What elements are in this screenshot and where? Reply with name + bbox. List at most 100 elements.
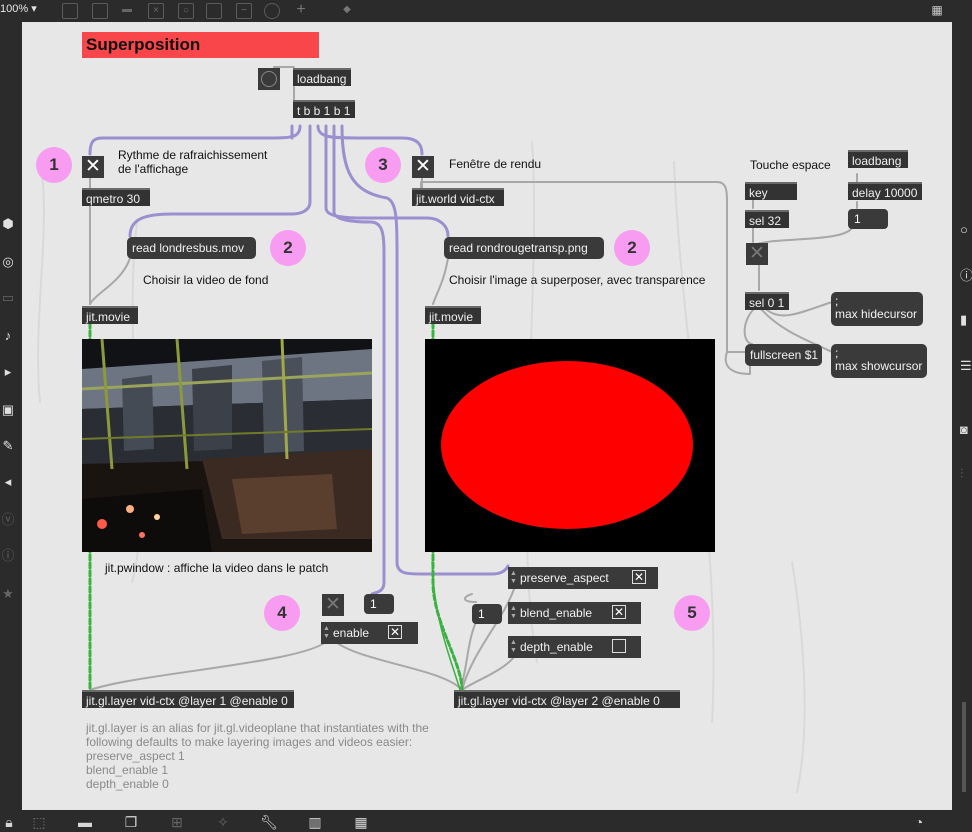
blend-enable-checkbox[interactable]: ✕ [612,605,626,619]
jit-movie-object-2[interactable]: jit.movie [425,306,481,324]
read-movie-message[interactable]: read londresbus.mov [127,237,256,259]
toggle-world[interactable]: ✕ [412,156,434,178]
top-toolbar: 100% ▾ ▬ × ○ − + ◆ ▦ [0,0,972,22]
loadbang-object-2[interactable]: loadbang [848,150,908,168]
patch-title: Superposition [82,32,319,58]
music-note-icon[interactable]: ♪ [0,328,16,344]
attrui-blend-enable[interactable]: ▲ ▼ blend_enable ✕ [508,602,641,624]
lock-icon[interactable]: 🔒︎ [0,814,18,830]
video-preview-window[interactable] [82,339,372,552]
hidecursor-message[interactable]: ; max hidecursor [831,292,923,326]
attr-label: preserve_aspect [520,571,609,585]
attr-label: enable [333,626,370,640]
list-icon[interactable]: ☰ [960,358,972,374]
toggle-fullscreen[interactable]: ✕ [746,243,768,265]
comment-render-window: Fenêtre de rendu [449,157,542,171]
showcursor-message[interactable]: ; max showcursor [831,344,927,378]
step-badge-5: 5 [674,595,710,631]
delay-object[interactable]: delay 10000 [848,182,922,200]
step-badge-1: 1 [36,147,72,183]
grid-icon[interactable]: ▦ [930,3,944,17]
new-object-icon[interactable]: ▬ [76,814,94,830]
slider-object-icon[interactable]: − [236,3,252,19]
piano-icon[interactable]: ▥ [306,814,324,830]
comment-choose-image: Choisir l'image a superposer, avec trans… [449,273,706,287]
attr-label: depth_enable [520,640,593,654]
toggle-object-icon[interactable]: × [148,3,164,19]
number-box-delay[interactable]: 1 [848,209,888,229]
toggle-layer1-enable[interactable]: ✕ [322,594,344,616]
comment-icon[interactable]: ▬ [120,3,134,17]
info-icon[interactable]: ⓘ [0,548,16,564]
depth-enable-checkbox[interactable] [612,639,626,653]
attr-stepper-icon: ▲ ▼ [510,639,517,654]
star-icon[interactable]: ★ [0,586,16,602]
bang-object-icon[interactable]: ○ [178,3,194,19]
step-badge-2a: 2 [270,230,306,266]
zoom-level: 100% [0,3,29,15]
jit-gl-layer-object-2[interactable]: jit.gl.layer vid-ctx @layer 2 @enable 0 [454,690,680,708]
cube-icon[interactable]: ⬢ [0,216,16,232]
debug-icon[interactable]: ✧ [214,814,232,830]
number-box-blend[interactable]: 1 [472,604,502,624]
zoom-menu[interactable]: 100% ▾ [0,2,37,15]
video-clip-icon[interactable]: ▸ [0,364,16,380]
enable-checkbox[interactable]: ✕ [388,625,402,639]
number-box-enable[interactable]: 1 [364,594,394,614]
target-icon[interactable]: ◎ [0,254,16,270]
scrollbar[interactable] [962,702,966,792]
grid-dots-icon[interactable]: ▦ [352,814,370,830]
bottom-toolbar: 🔒︎ ⬚ ▬ ❐ ⊞ ✧ 🔧︎ ▥ ▦ ◔ [0,810,972,832]
presentation-mode-icon[interactable]: ⬚ [30,814,48,830]
jit-world-object[interactable]: jit.world vid-ctx [412,188,504,206]
bus-video-frame [82,339,372,552]
trigger-object[interactable]: t b b 1 b 1 [293,100,355,118]
vimeo-icon[interactable]: ⓥ [0,512,16,528]
timer-icon[interactable]: ◔ [910,814,928,830]
mixer-icon[interactable]: ⫶ [960,466,972,482]
right-sidebar: ○ ⓘ ▮ ☰ ◙ ⫶ [952,22,972,810]
film-icon[interactable]: ▭ [0,290,16,306]
fullscreen-message[interactable]: fullscreen $1 [745,344,822,366]
sel-0-1-object[interactable]: sel 0 1 [745,292,789,310]
toggle-qmetro[interactable]: ✕ [82,156,104,178]
comment-choose-video: Choisir la video de fond [143,273,269,287]
key-object[interactable]: key [745,182,797,200]
patcher-canvas[interactable]: Superposition loadbang t b b 1 b 1 1 ✕ R… [22,22,952,810]
paint-bucket-icon[interactable]: ◆ [340,3,354,17]
camera-icon[interactable]: ◙ [960,422,972,438]
presentation-icon[interactable] [62,3,78,19]
bang-button[interactable] [258,68,280,90]
comment-pwindow: jit.pwindow : affiche la video dans le p… [105,561,329,575]
attrui-preserve-aspect[interactable]: ▲ ▼ preserve_aspect ✕ [508,567,658,589]
read-image-message[interactable]: read rondrougetransp.png [444,237,604,259]
sel-32-object[interactable]: sel 32 [745,210,789,228]
attrui-depth-enable[interactable]: ▲ ▼ depth_enable [508,636,641,658]
plug-icon[interactable]: ◂ [0,474,16,490]
copy-icon[interactable]: ❐ [122,814,140,830]
add-object-icon[interactable]: + [294,2,308,18]
wrench-icon[interactable]: 🔧︎ [260,814,278,830]
comment-layer-note: jit.gl.layer is an alias for jit.gl.vide… [86,721,429,791]
info-icon[interactable]: ⓘ [960,268,972,284]
dial-object-icon[interactable] [264,3,280,19]
image-preview-window[interactable] [425,339,715,552]
preserve-aspect-checkbox[interactable]: ✕ [632,570,646,584]
search-icon[interactable]: ○ [960,222,972,238]
attrui-enable[interactable]: ▲ ▼ enable ✕ [321,622,418,644]
red-circle-image [441,361,693,529]
image-icon[interactable]: ▣ [0,402,16,418]
attr-stepper-icon: ▲ ▼ [510,570,517,585]
paperclip-icon[interactable]: ✎ [0,438,16,454]
jit-gl-layer-object-1[interactable]: jit.gl.layer vid-ctx @layer 1 @enable 0 [82,690,294,708]
qmetro-object[interactable]: qmetro 30 [82,188,150,206]
comment-space-key: Touche espace [750,158,831,172]
attr-stepper-icon: ▲ ▼ [510,605,517,620]
jit-movie-object-1[interactable]: jit.movie [82,306,138,324]
inspector-icon[interactable]: ▮ [960,312,972,328]
grid-snap-icon[interactable]: ⊞ [168,814,186,830]
script-icon[interactable] [92,3,108,19]
attr-stepper-icon: ▲ ▼ [323,625,330,640]
number-object-icon[interactable] [206,3,222,19]
loadbang-object[interactable]: loadbang [293,68,351,86]
